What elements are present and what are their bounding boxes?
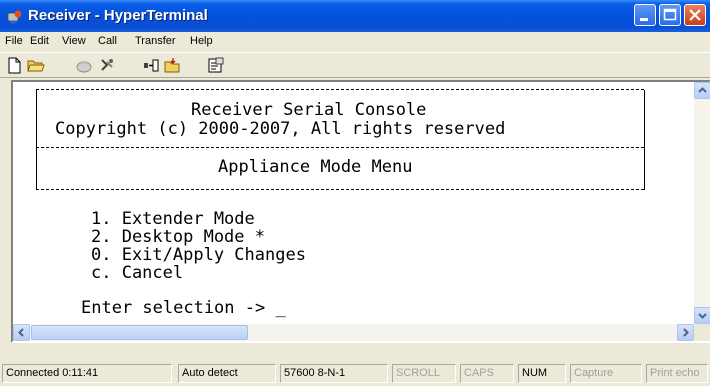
hyperterminal-app-icon[interactable] [7,9,23,24]
connect-phone-icon[interactable] [75,57,93,74]
title-bar[interactable]: Receiver - HyperTerminal [0,0,710,32]
box-border-middle [36,147,644,148]
status-print-echo: Print echo [646,364,708,383]
close-button[interactable] [684,4,706,26]
scroll-corner [694,324,710,341]
status-bar: Connected 0:11:41 Auto detect 57600 8-N-… [0,361,710,386]
hyperterminal-window: Receiver - HyperTerminal File Edit View … [0,0,710,386]
box-border-right [644,90,645,190]
open-folder-icon[interactable] [27,57,45,74]
maximize-icon [663,8,677,21]
minimize-icon [640,18,648,21]
box-border-bottom [36,189,644,190]
receive-file-icon[interactable] [164,57,182,74]
scroll-down-button[interactable] [694,307,710,324]
horizontal-scroll-thumb[interactable] [31,325,248,340]
scroll-up-button[interactable] [694,82,710,99]
toolbar [0,52,710,78]
menu-bar: File Edit View Call Transfer Help [0,32,710,52]
close-icon [689,9,701,21]
menu-option-extender: 1. Extender Mode [91,209,255,229]
chevron-right-icon [683,328,689,337]
copyright-line: Copyright (c) 2000-2007, All rights rese… [55,119,506,139]
status-capture: Capture [570,364,642,383]
scroll-right-button[interactable] [677,324,694,341]
status-caps: CAPS [460,364,514,383]
menu-option-desktop: 2. Desktop Mode * [91,227,265,247]
chevron-left-icon [18,328,24,337]
window-title: Receiver - HyperTerminal [28,7,208,24]
terminal-screen[interactable]: Receiver Serial Console Copyright (c) 20… [13,82,694,324]
menu-help[interactable]: Help [190,35,213,47]
vertical-scrollbar[interactable] [694,82,710,324]
chevron-up-icon [698,87,707,93]
console-title-line: Receiver Serial Console [191,100,427,120]
scroll-left-button[interactable] [13,324,30,341]
terminal-frame: Receiver Serial Console Copyright (c) 20… [11,80,710,343]
send-file-icon[interactable] [143,57,161,74]
menu-transfer[interactable]: Transfer [135,35,176,47]
new-connection-icon[interactable] [5,57,23,74]
status-detect: Auto detect [178,364,276,383]
box-border-left [36,90,37,190]
menu-title-line: Appliance Mode Menu [218,157,413,177]
minimize-button[interactable] [634,4,656,26]
horizontal-scrollbar[interactable] [13,324,694,341]
menu-call[interactable]: Call [98,35,117,47]
maximize-button[interactable] [659,4,681,26]
menu-option-exit: 0. Exit/Apply Changes [91,245,306,265]
status-num: NUM [518,364,566,383]
box-border-top [36,89,644,90]
menu-edit[interactable]: Edit [30,35,49,47]
status-baud: 57600 8-N-1 [280,364,388,383]
selection-prompt: Enter selection -> _ [81,298,286,318]
menu-file[interactable]: File [5,35,23,47]
status-scroll: SCROLL [392,364,456,383]
properties-icon[interactable] [207,57,225,74]
menu-option-cancel: c. Cancel [91,263,184,283]
menu-view[interactable]: View [62,35,86,47]
status-connected-time: Connected 0:11:41 [2,364,172,383]
disconnect-icon[interactable] [98,57,116,74]
chevron-down-icon [698,313,707,319]
